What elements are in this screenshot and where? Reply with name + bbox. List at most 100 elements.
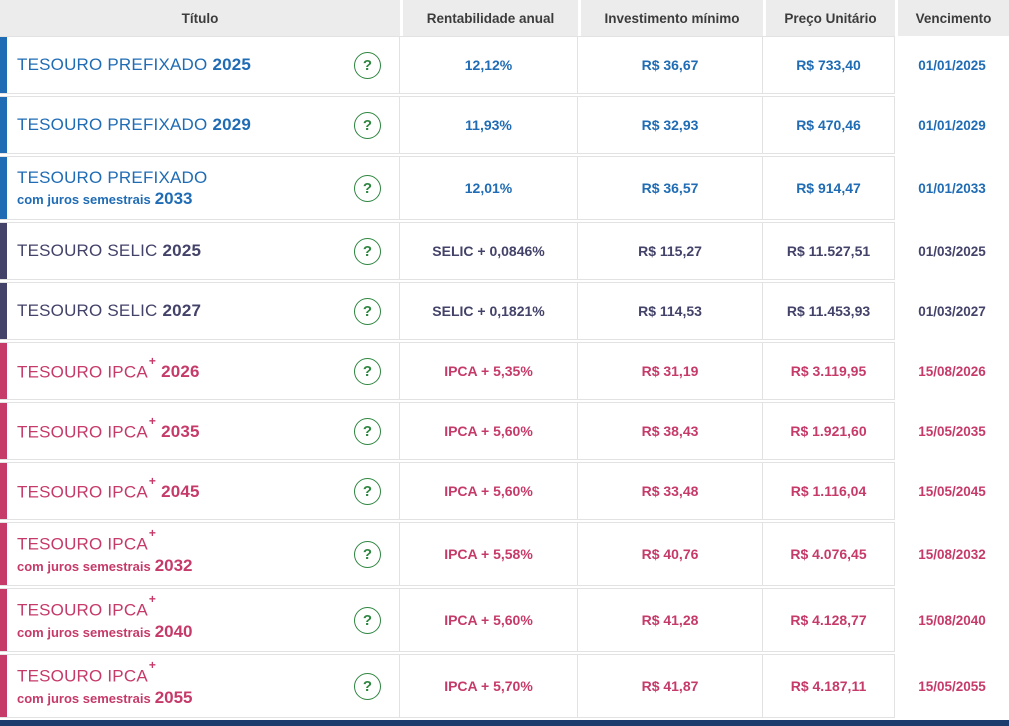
help-icon[interactable]: ? bbox=[354, 51, 381, 79]
table-row[interactable]: TESOURO SELIC 2027 ? SELIC + 0,1821% R$ 1… bbox=[0, 282, 1009, 340]
table-row[interactable]: TESOURO IPCA+ com juros semestrais 2055 ?… bbox=[0, 654, 1009, 718]
bond-color-bar bbox=[0, 463, 7, 519]
annual-rate-value: IPCA + 5,60% bbox=[444, 483, 533, 499]
bond-title: TESOURO IPCA+ com juros semestrais 2040 bbox=[17, 592, 354, 642]
bond-title: TESOURO IPCA+ com juros semestrais 2055 bbox=[17, 658, 354, 708]
annual-rate-value: IPCA + 5,58% bbox=[444, 546, 533, 562]
unit-price-cell: R$ 733,40 bbox=[763, 36, 895, 94]
help-icon[interactable]: ? bbox=[354, 174, 381, 202]
min-investment-cell: R$ 38,43 bbox=[578, 402, 763, 460]
table-row[interactable]: TESOURO PREFIXADO 2025 ? 12,12% R$ 36,67 … bbox=[0, 36, 1009, 94]
question-mark-icon: ? bbox=[362, 116, 373, 134]
bond-title: TESOURO SELIC 2025 bbox=[17, 241, 354, 261]
unit-price-cell: R$ 1.921,60 bbox=[763, 402, 895, 460]
bond-year: 2035 bbox=[161, 422, 200, 442]
question-mark-icon: ? bbox=[362, 677, 373, 695]
annual-rate-cell: 12,12% bbox=[400, 36, 578, 94]
unit-price-cell: R$ 1.116,04 bbox=[763, 462, 895, 520]
question-mark-icon: ? bbox=[362, 179, 373, 197]
maturity-cell: 15/08/2040 bbox=[895, 588, 1009, 652]
bond-color-bar bbox=[0, 655, 7, 717]
help-icon[interactable]: ? bbox=[354, 417, 381, 445]
annual-rate-cell: IPCA + 5,70% bbox=[400, 654, 578, 718]
table-row[interactable]: TESOURO SELIC 2025 ? SELIC + 0,0846% R$ 1… bbox=[0, 222, 1009, 280]
column-header-rentabilidade-anual: Rentabilidade anual bbox=[400, 0, 578, 36]
min-investment-cell: R$ 40,76 bbox=[578, 522, 763, 586]
bond-color-bar bbox=[0, 223, 7, 279]
question-mark-icon: ? bbox=[362, 611, 373, 629]
bond-title-cell: TESOURO IPCA+2045 ? bbox=[0, 462, 400, 520]
help-icon[interactable]: ? bbox=[354, 606, 381, 634]
help-icon[interactable]: ? bbox=[354, 111, 381, 139]
maturity-cell: 01/03/2025 bbox=[895, 222, 1009, 280]
footer-bar bbox=[0, 720, 1009, 726]
annual-rate-value: IPCA + 5,60% bbox=[444, 423, 533, 439]
unit-price-value: R$ 4.128,77 bbox=[790, 612, 867, 628]
bond-title-line1: TESOURO SELIC 2025 bbox=[17, 241, 354, 261]
bond-name: TESOURO SELIC bbox=[17, 301, 158, 320]
table-row[interactable]: TESOURO IPCA+2026 ? IPCA + 5,35% R$ 31,1… bbox=[0, 342, 1009, 400]
bond-title-line1: TESOURO IPCA+2026 bbox=[17, 354, 354, 383]
table-row[interactable]: TESOURO IPCA+ com juros semestrais 2032 ?… bbox=[0, 522, 1009, 586]
bond-name: TESOURO SELIC bbox=[17, 241, 158, 260]
maturity-value: 15/05/2045 bbox=[918, 483, 986, 499]
bond-subtitle: com juros semestrais bbox=[17, 558, 151, 574]
bond-color-bar bbox=[0, 589, 7, 651]
maturity-cell: 15/05/2035 bbox=[895, 402, 1009, 460]
annual-rate-cell: IPCA + 5,60% bbox=[400, 462, 578, 520]
bond-title: TESOURO PREFIXADO 2029 bbox=[17, 115, 354, 135]
unit-price-value: R$ 1.921,60 bbox=[790, 423, 867, 439]
annual-rate-cell: 12,01% bbox=[400, 156, 578, 220]
table-row[interactable]: TESOURO PREFIXADO com juros semestrais 20… bbox=[0, 156, 1009, 220]
question-mark-icon: ? bbox=[362, 422, 373, 440]
help-icon[interactable]: ? bbox=[354, 672, 381, 700]
bond-year: 2033 bbox=[154, 188, 193, 208]
bond-year: 2032 bbox=[154, 555, 193, 575]
min-investment-cell: R$ 41,28 bbox=[578, 588, 763, 652]
min-investment-value: R$ 115,27 bbox=[638, 243, 702, 259]
maturity-value: 01/01/2029 bbox=[918, 117, 986, 133]
unit-price-cell: R$ 4.128,77 bbox=[763, 588, 895, 652]
table-row[interactable]: TESOURO IPCA+2035 ? IPCA + 5,60% R$ 38,4… bbox=[0, 402, 1009, 460]
bond-name: TESOURO IPCA bbox=[17, 362, 148, 382]
annual-rate-cell: SELIC + 0,1821% bbox=[400, 282, 578, 340]
min-investment-value: R$ 41,28 bbox=[641, 612, 699, 628]
help-icon[interactable]: ? bbox=[354, 477, 381, 505]
bond-title-cell: TESOURO SELIC 2027 ? bbox=[0, 282, 400, 340]
question-mark-icon: ? bbox=[362, 482, 373, 500]
bond-color-bar bbox=[0, 37, 7, 93]
min-investment-value: R$ 41,87 bbox=[641, 678, 699, 694]
table-row[interactable]: TESOURO IPCA+ com juros semestrais 2040 ?… bbox=[0, 588, 1009, 652]
help-icon[interactable]: ? bbox=[354, 297, 381, 325]
maturity-cell: 15/05/2055 bbox=[895, 654, 1009, 718]
help-icon[interactable]: ? bbox=[354, 237, 381, 265]
plus-superscript: + bbox=[148, 353, 157, 368]
unit-price-value: R$ 4.187,11 bbox=[790, 678, 867, 694]
maturity-value: 01/01/2033 bbox=[918, 180, 986, 196]
table-header: Título Rentabilidade anual Investimento … bbox=[0, 0, 1009, 36]
maturity-cell: 15/08/2032 bbox=[895, 522, 1009, 586]
bond-year: 2025 bbox=[162, 241, 202, 260]
maturity-value: 01/03/2025 bbox=[918, 243, 986, 259]
table-row[interactable]: TESOURO PREFIXADO 2029 ? 11,93% R$ 32,93 … bbox=[0, 96, 1009, 154]
bond-title: TESOURO IPCA+ com juros semestrais 2032 bbox=[17, 526, 354, 576]
help-icon[interactable]: ? bbox=[354, 540, 381, 568]
maturity-cell: 15/05/2045 bbox=[895, 462, 1009, 520]
help-icon[interactable]: ? bbox=[354, 357, 381, 385]
bond-title-cell: TESOURO IPCA+ com juros semestrais 2055 ? bbox=[0, 654, 400, 718]
column-header-vencimento: Vencimento bbox=[895, 0, 1009, 36]
question-mark-icon: ? bbox=[362, 362, 373, 380]
annual-rate-cell: IPCA + 5,60% bbox=[400, 588, 578, 652]
bond-title-line2: com juros semestrais 2032 bbox=[17, 556, 354, 576]
unit-price-cell: R$ 4.187,11 bbox=[763, 654, 895, 718]
bond-color-bar bbox=[0, 403, 7, 459]
bond-title-cell: TESOURO IPCA+2035 ? bbox=[0, 402, 400, 460]
min-investment-cell: R$ 115,27 bbox=[578, 222, 763, 280]
bond-title-line1: TESOURO PREFIXADO 2025 bbox=[17, 55, 354, 75]
column-header-titulo: Título bbox=[0, 0, 400, 36]
bond-year: 2040 bbox=[154, 621, 193, 641]
table-row[interactable]: TESOURO IPCA+2045 ? IPCA + 5,60% R$ 33,4… bbox=[0, 462, 1009, 520]
question-mark-icon: ? bbox=[362, 302, 373, 320]
bond-title-line1: TESOURO IPCA+ bbox=[17, 658, 354, 687]
bond-name: TESOURO PREFIXADO bbox=[17, 55, 208, 74]
